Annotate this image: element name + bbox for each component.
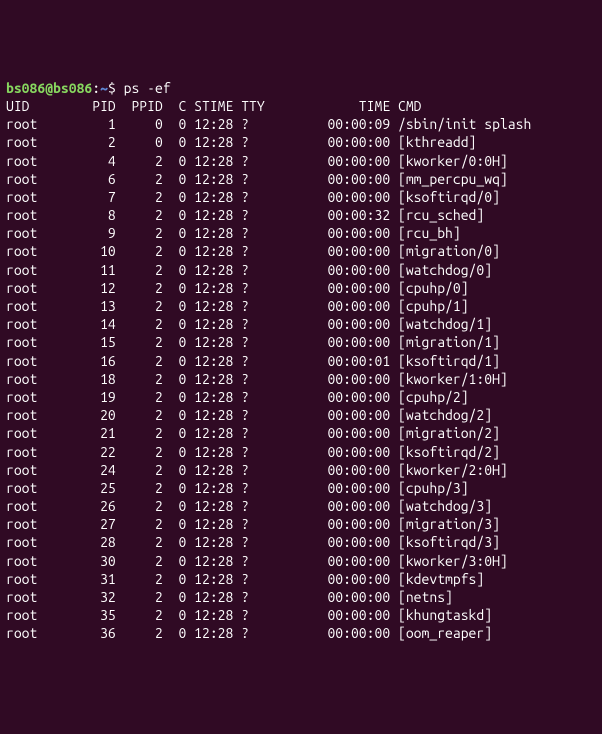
ps-row: root 25 2 0 12:28 ? 00:00:00 [cpuhp/3]	[6, 479, 596, 497]
prompt-dollar: $	[108, 80, 124, 96]
prompt-path: ~	[100, 80, 108, 96]
ps-row: root 2 0 0 12:28 ? 00:00:00 [kthreadd]	[6, 133, 596, 151]
ps-row: root 31 2 0 12:28 ? 00:00:00 [kdevtmpfs]	[6, 570, 596, 588]
prompt-user: bs086	[6, 80, 45, 96]
ps-row: root 24 2 0 12:28 ? 00:00:00 [kworker/2:…	[6, 461, 596, 479]
prompt-at: @	[45, 80, 53, 96]
ps-row: root 32 2 0 12:28 ? 00:00:00 [netns]	[6, 588, 596, 606]
ps-row: root 19 2 0 12:28 ? 00:00:00 [cpuhp/2]	[6, 388, 596, 406]
ps-header: UID PID PPID C STIME TTY TIME CMD	[6, 97, 596, 115]
ps-row: root 12 2 0 12:28 ? 00:00:00 [cpuhp/0]	[6, 279, 596, 297]
ps-row: root 28 2 0 12:28 ? 00:00:00 [ksoftirqd/…	[6, 533, 596, 551]
ps-row: root 27 2 0 12:28 ? 00:00:00 [migration/…	[6, 515, 596, 533]
ps-row: root 15 2 0 12:28 ? 00:00:00 [migration/…	[6, 333, 596, 351]
ps-row: root 22 2 0 12:28 ? 00:00:00 [ksoftirqd/…	[6, 443, 596, 461]
terminal-output[interactable]: bs086@bs086:~$ ps -efUID PID PPID C STIM…	[6, 79, 596, 643]
ps-row: root 6 2 0 12:28 ? 00:00:00 [mm_percpu_w…	[6, 170, 596, 188]
prompt-host: bs086	[53, 80, 92, 96]
prompt-line[interactable]: bs086@bs086:~$ ps -ef	[6, 79, 596, 97]
ps-row: root 4 2 0 12:28 ? 00:00:00 [kworker/0:0…	[6, 152, 596, 170]
ps-row: root 20 2 0 12:28 ? 00:00:00 [watchdog/2…	[6, 406, 596, 424]
ps-row: root 9 2 0 12:28 ? 00:00:00 [rcu_bh]	[6, 224, 596, 242]
ps-row: root 26 2 0 12:28 ? 00:00:00 [watchdog/3…	[6, 497, 596, 515]
ps-row: root 10 2 0 12:28 ? 00:00:00 [migration/…	[6, 242, 596, 260]
ps-row: root 18 2 0 12:28 ? 00:00:00 [kworker/1:…	[6, 370, 596, 388]
command-text: ps -ef	[124, 80, 171, 96]
ps-row: root 11 2 0 12:28 ? 00:00:00 [watchdog/0…	[6, 261, 596, 279]
ps-row: root 21 2 0 12:28 ? 00:00:00 [migration/…	[6, 424, 596, 442]
ps-row: root 14 2 0 12:28 ? 00:00:00 [watchdog/1…	[6, 315, 596, 333]
ps-row: root 13 2 0 12:28 ? 00:00:00 [cpuhp/1]	[6, 297, 596, 315]
ps-row: root 35 2 0 12:28 ? 00:00:00 [khungtaskd…	[6, 606, 596, 624]
ps-row: root 30 2 0 12:28 ? 00:00:00 [kworker/3:…	[6, 552, 596, 570]
ps-row: root 7 2 0 12:28 ? 00:00:00 [ksoftirqd/0…	[6, 188, 596, 206]
prompt-colon: :	[92, 80, 100, 96]
ps-row: root 8 2 0 12:28 ? 00:00:32 [rcu_sched]	[6, 206, 596, 224]
ps-row: root 36 2 0 12:28 ? 00:00:00 [oom_reaper…	[6, 624, 596, 642]
ps-row: root 1 0 0 12:28 ? 00:00:09 /sbin/init s…	[6, 115, 596, 133]
ps-row: root 16 2 0 12:28 ? 00:00:01 [ksoftirqd/…	[6, 352, 596, 370]
